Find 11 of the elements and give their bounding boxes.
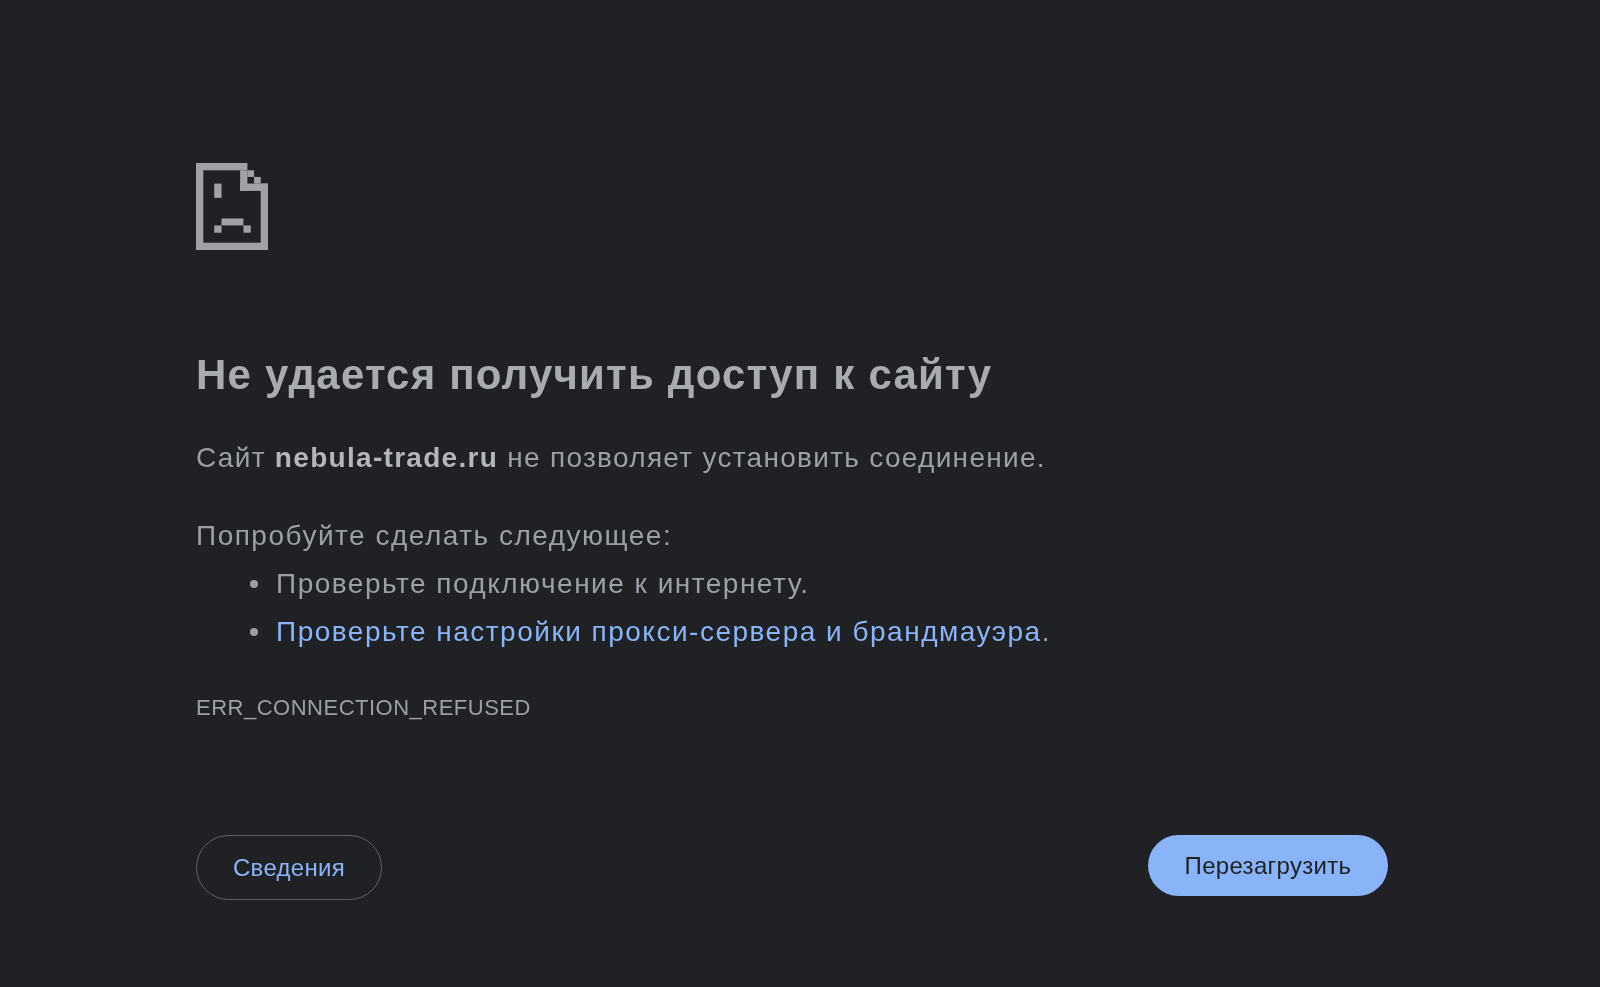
suggestion-text: Проверьте подключение к интернету. xyxy=(276,567,810,601)
error-heading: Не удается получить доступ к сайту xyxy=(196,350,993,400)
bullet-icon xyxy=(250,628,258,636)
error-message: Сайт nebula-trade.ru не позволяет установить соединение. xyxy=(196,441,1046,475)
bullet-icon xyxy=(250,580,258,588)
suggestions-title: Попробуйте сделать следующее: xyxy=(196,519,673,553)
reload-button[interactable]: Перезагрузить xyxy=(1148,835,1388,896)
suggestion-text: Проверьте настройки прокси-сервера и брандмауэра. xyxy=(276,615,1051,649)
sad-document-icon xyxy=(196,163,268,250)
error-code: ERR_CONNECTION_REFUSED xyxy=(196,694,531,722)
proxy-settings-link[interactable]: Проверьте настройки прокси-сервера и брандмауэра xyxy=(276,616,1042,647)
